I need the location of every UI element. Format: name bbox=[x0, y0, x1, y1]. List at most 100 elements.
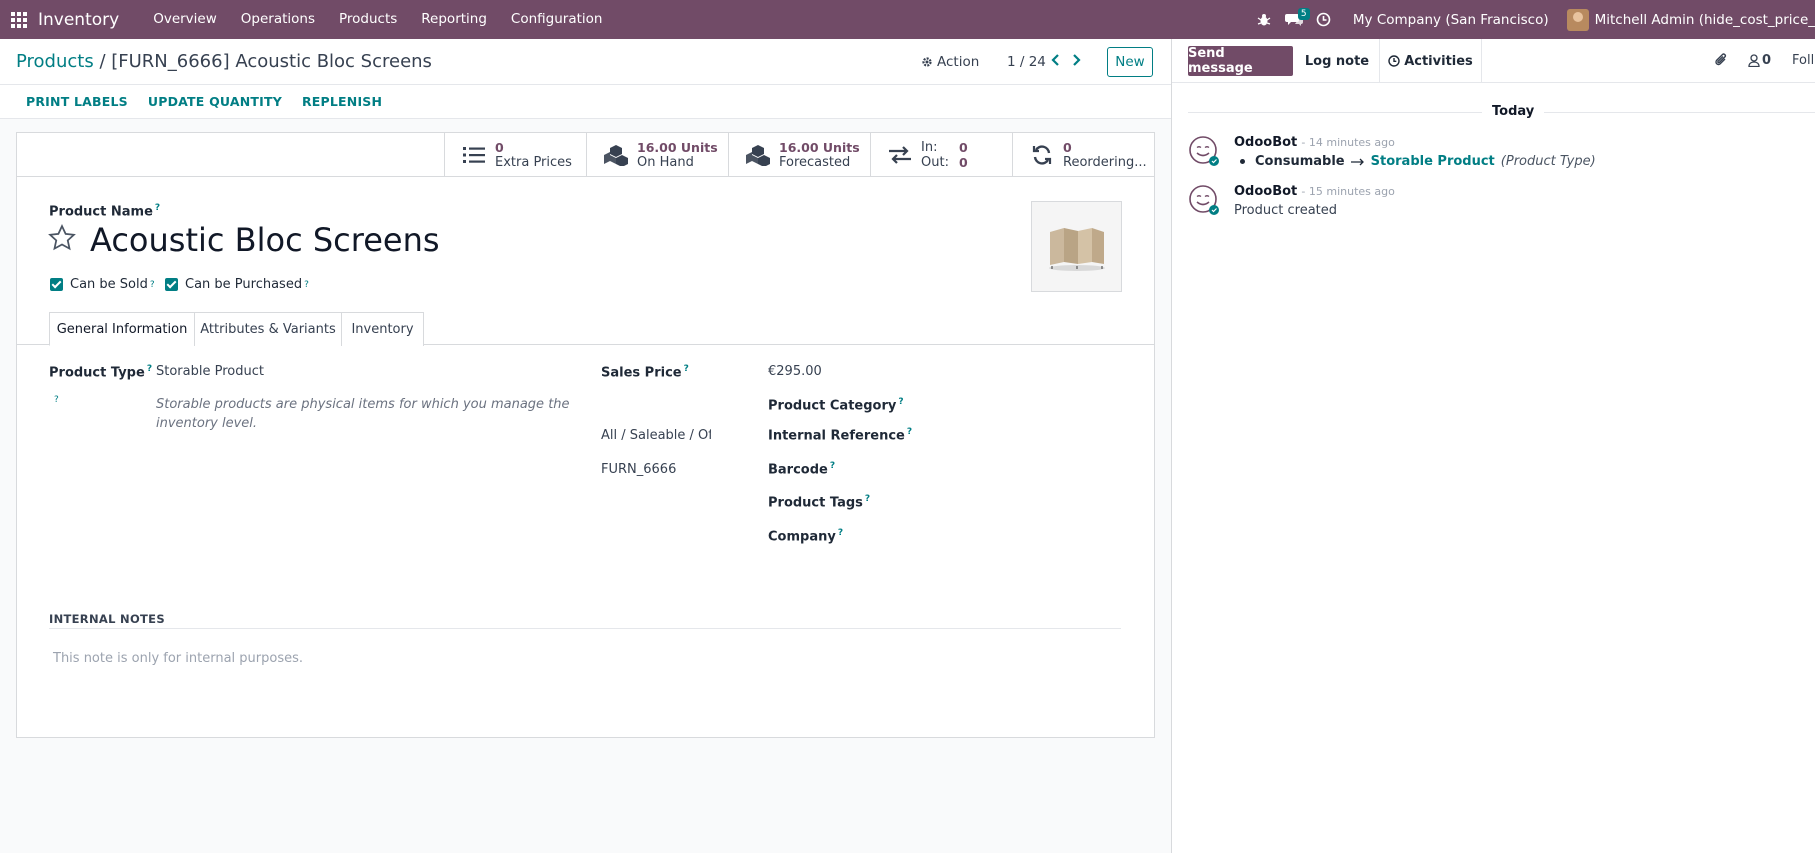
cubes-icon bbox=[745, 144, 771, 166]
help-tooltip-icon[interactable]: ? bbox=[52, 395, 59, 411]
can-be-sold-checkbox[interactable]: Can be Sold? bbox=[50, 277, 155, 292]
cubes-icon bbox=[603, 144, 629, 166]
product-type-label: Product Type? bbox=[49, 364, 153, 381]
product-category-label: Product Category? bbox=[768, 397, 904, 414]
log-note-button[interactable]: Log note bbox=[1296, 46, 1378, 76]
breadcrumb: Products / [FURN_6666] Acoustic Bloc Scr… bbox=[16, 51, 432, 72]
out-label: Out: bbox=[921, 155, 949, 170]
smart-button-box: 0 Extra Prices 16.00 Units On Hand 16.00… bbox=[17, 133, 1154, 177]
control-panel: Products / [FURN_6666] Acoustic Bloc Scr… bbox=[0, 39, 1171, 85]
in-out-smart-button[interactable]: In: 0 Out: 0 bbox=[870, 133, 1012, 177]
forecasted-value: 16.00 Units bbox=[779, 140, 860, 155]
extra-prices-smart-button[interactable]: 0 Extra Prices bbox=[444, 133, 586, 177]
send-message-button[interactable]: Send message bbox=[1188, 46, 1293, 76]
pager-value[interactable]: 1 / 24 bbox=[1007, 54, 1046, 70]
on-hand-label: On Hand bbox=[637, 155, 694, 170]
sales-price-field[interactable]: €295.00 bbox=[768, 364, 822, 379]
favorite-star-icon[interactable] bbox=[47, 223, 79, 255]
extra-prices-value: 0 bbox=[495, 140, 504, 155]
product-name-label: Product Name? bbox=[49, 203, 161, 220]
action-menu-button[interactable]: Action bbox=[921, 54, 979, 70]
help-tooltip-icon[interactable]: ? bbox=[155, 203, 160, 213]
refresh-icon bbox=[1029, 144, 1055, 166]
attachment-paperclip-icon[interactable] bbox=[1714, 52, 1728, 72]
in-value: 0 bbox=[959, 140, 968, 155]
internal-notes-label: INTERNAL NOTES bbox=[49, 612, 165, 626]
product-tags-label: Product Tags? bbox=[768, 494, 871, 511]
checkbox-checked-icon[interactable] bbox=[50, 278, 63, 291]
debug-bug-icon[interactable] bbox=[1249, 0, 1279, 39]
forecasted-smart-button[interactable]: 16.00 Units Forecasted bbox=[728, 133, 870, 177]
company-switcher[interactable]: My Company (San Francisco) bbox=[1353, 12, 1549, 28]
tracking-value-change: Consumable Storable Product (Product Typ… bbox=[1240, 154, 1596, 169]
odoobot-avatar-icon bbox=[1188, 184, 1220, 216]
pager-next-icon[interactable] bbox=[1072, 52, 1082, 71]
message-author[interactable]: OdooBot bbox=[1234, 184, 1297, 199]
user-icon bbox=[1748, 54, 1760, 67]
out-value: 0 bbox=[959, 155, 968, 170]
menu-configuration[interactable]: Configuration bbox=[499, 0, 615, 39]
tracking-old-value: Consumable bbox=[1255, 154, 1345, 169]
tab-general-information[interactable]: General Information bbox=[49, 312, 195, 346]
exchange-arrows-icon bbox=[887, 144, 913, 166]
follow-button[interactable]: Follo bbox=[1792, 53, 1815, 68]
followers-button[interactable]: 0 bbox=[1748, 53, 1771, 68]
odoobot-avatar-icon bbox=[1188, 135, 1220, 167]
top-navbar: Inventory Overview Operations Products R… bbox=[0, 0, 1815, 39]
tab-inventory[interactable]: Inventory bbox=[341, 312, 424, 346]
menu-operations[interactable]: Operations bbox=[229, 0, 327, 39]
systray: 5 My Company (San Francisco) Mitchell Ad… bbox=[1249, 0, 1815, 39]
tracking-new-value: Storable Product bbox=[1370, 154, 1495, 169]
divider bbox=[49, 628, 1121, 629]
product-category-field[interactable]: All / Saleable / Off bbox=[601, 428, 711, 443]
message-time: - 15 minutes ago bbox=[1301, 185, 1395, 198]
on-hand-smart-button[interactable]: 16.00 Units On Hand bbox=[586, 133, 728, 177]
internal-reference-label: Internal Reference? bbox=[768, 427, 913, 444]
menu-products[interactable]: Products bbox=[327, 0, 409, 39]
clock-icon bbox=[1388, 55, 1400, 67]
chatter-topbar: Send message Log note Activities 0 Follo bbox=[1172, 39, 1815, 83]
activities-button[interactable]: Activities bbox=[1379, 39, 1482, 83]
date-separator: Today bbox=[1482, 104, 1545, 119]
reordering-label: Reordering... bbox=[1063, 155, 1147, 170]
tab-attributes-variants[interactable]: Attributes & Variants bbox=[194, 312, 342, 346]
user-menu[interactable]: Mitchell Admin (hide_cost_price_ bbox=[1566, 8, 1815, 31]
messages-chat-icon[interactable]: 5 bbox=[1279, 0, 1310, 39]
sales-price-label: Sales Price? bbox=[601, 364, 689, 381]
internal-notes-input[interactable]: This note is only for internal purposes. bbox=[53, 651, 303, 666]
arrow-right-icon bbox=[1350, 158, 1364, 165]
pager-previous-icon[interactable] bbox=[1050, 52, 1060, 71]
form-header-buttons: PRINT LABELS UPDATE QUANTITY REPLENISH bbox=[0, 85, 1171, 119]
chatter-panel: Send message Log note Activities 0 Follo… bbox=[1171, 39, 1815, 853]
product-type-select[interactable]: Storable Product bbox=[156, 364, 264, 379]
breadcrumb-products-link[interactable]: Products bbox=[16, 51, 94, 72]
reordering-value: 0 bbox=[1063, 140, 1072, 155]
user-name: Mitchell Admin (hide_cost_price_ bbox=[1594, 11, 1815, 28]
message-author[interactable]: OdooBot bbox=[1234, 135, 1297, 150]
activity-clock-icon[interactable] bbox=[1309, 0, 1339, 39]
breadcrumb-separator: / bbox=[93, 51, 112, 72]
product-name-input[interactable]: Acoustic Bloc Screens bbox=[90, 221, 440, 259]
product-image[interactable] bbox=[1031, 201, 1122, 292]
can-be-purchased-checkbox[interactable]: Can be Purchased? bbox=[165, 277, 309, 292]
product-type-help-text: Storable products are physical items for… bbox=[156, 397, 570, 431]
reordering-smart-button[interactable]: 0 Reordering... bbox=[1012, 133, 1154, 177]
menu-overview[interactable]: Overview bbox=[141, 0, 229, 39]
tracking-field-name: (Product Type) bbox=[1500, 154, 1596, 169]
breadcrumb-current: [FURN_6666] Acoustic Bloc Screens bbox=[111, 51, 432, 72]
extra-prices-label: Extra Prices bbox=[495, 155, 572, 170]
forecasted-label: Forecasted bbox=[779, 155, 851, 170]
app-menu-icon[interactable] bbox=[0, 0, 38, 39]
replenish-button[interactable]: REPLENISH bbox=[294, 94, 390, 109]
new-record-button[interactable]: New bbox=[1107, 47, 1153, 77]
list-icon bbox=[461, 144, 487, 166]
checkbox-checked-icon[interactable] bbox=[165, 278, 178, 291]
messages-count-badge: 5 bbox=[1297, 8, 1310, 20]
print-labels-button[interactable]: PRINT LABELS bbox=[18, 94, 136, 109]
menu-reporting[interactable]: Reporting bbox=[409, 0, 499, 39]
in-label: In: bbox=[921, 140, 938, 155]
update-quantity-button[interactable]: UPDATE QUANTITY bbox=[140, 94, 290, 109]
app-brand[interactable]: Inventory bbox=[38, 10, 119, 30]
internal-reference-field[interactable]: FURN_6666 bbox=[601, 462, 676, 477]
on-hand-value: 16.00 Units bbox=[637, 140, 718, 155]
